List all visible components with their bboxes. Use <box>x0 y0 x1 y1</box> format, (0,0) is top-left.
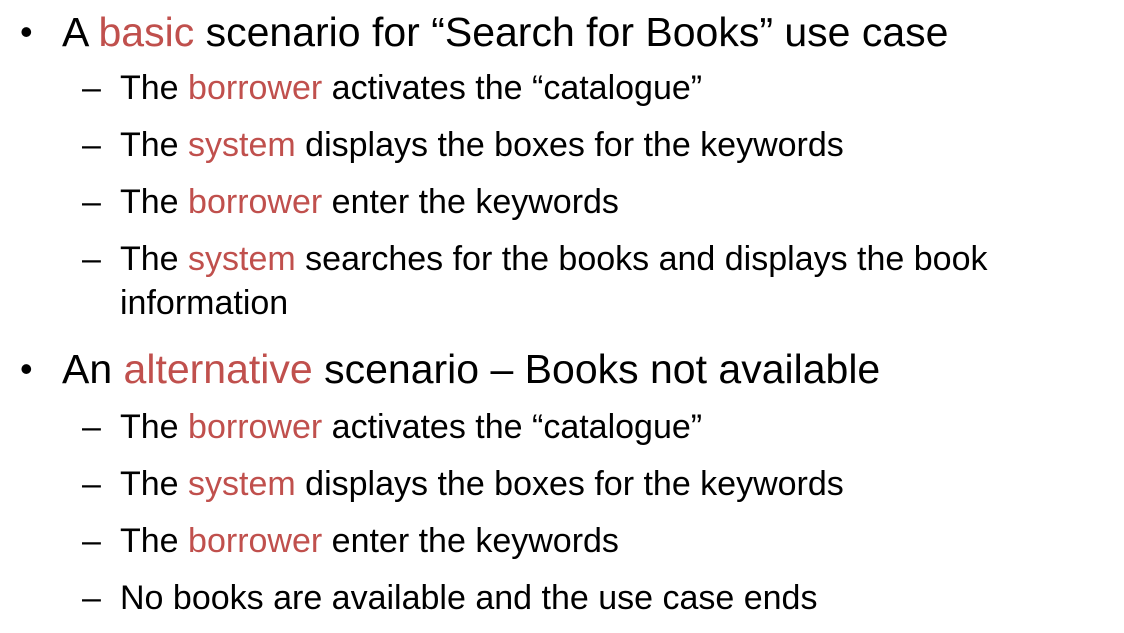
highlight-alternative: alternative <box>123 346 313 392</box>
dash-icon: – <box>82 69 101 107</box>
list-item: – The borrower activates the “catalogue” <box>0 405 1124 462</box>
list-item: – The system displays the boxes for the … <box>0 123 1124 180</box>
alternative-steps-list: – The borrower activates the “catalogue”… <box>0 405 1124 633</box>
alternative-scenario-title: An alternative scenario – Books not avai… <box>62 346 881 392</box>
dash-icon: – <box>82 183 101 221</box>
basic-scenario-title: A basic scenario for “Search for Books” … <box>62 9 949 55</box>
list-item: – No books are available and the use cas… <box>0 576 1124 633</box>
wrapped-continuation: information <box>120 284 289 322</box>
basic-steps-list: – The borrower activates the “catalogue”… <box>0 66 1124 325</box>
dash-icon: – <box>82 522 101 560</box>
alternative-scenario-section: • An alternative scenario – Books not av… <box>0 345 1124 633</box>
basic-scenario-section: • A basic scenario for “Search for Books… <box>0 8 1124 325</box>
alternative-scenario-heading: • An alternative scenario – Books not av… <box>0 345 1124 393</box>
dash-icon: – <box>82 126 101 164</box>
bullet-icon: • <box>20 11 33 52</box>
dash-icon: – <box>82 240 101 278</box>
dash-icon: – <box>82 408 101 446</box>
highlight-basic: basic <box>98 9 195 55</box>
slide: • A basic scenario for “Search for Books… <box>0 0 1124 633</box>
dash-icon: – <box>82 579 101 617</box>
list-item: – The system searches for the books and … <box>0 237 1124 325</box>
dash-icon: – <box>82 465 101 503</box>
list-item: – The system displays the boxes for the … <box>0 462 1124 519</box>
basic-scenario-heading: • A basic scenario for “Search for Books… <box>0 8 1124 56</box>
list-item: – The borrower enter the keywords <box>0 180 1124 237</box>
bullet-icon: • <box>20 348 33 389</box>
list-item: – The borrower activates the “catalogue” <box>0 66 1124 123</box>
list-item: – The borrower enter the keywords <box>0 519 1124 576</box>
